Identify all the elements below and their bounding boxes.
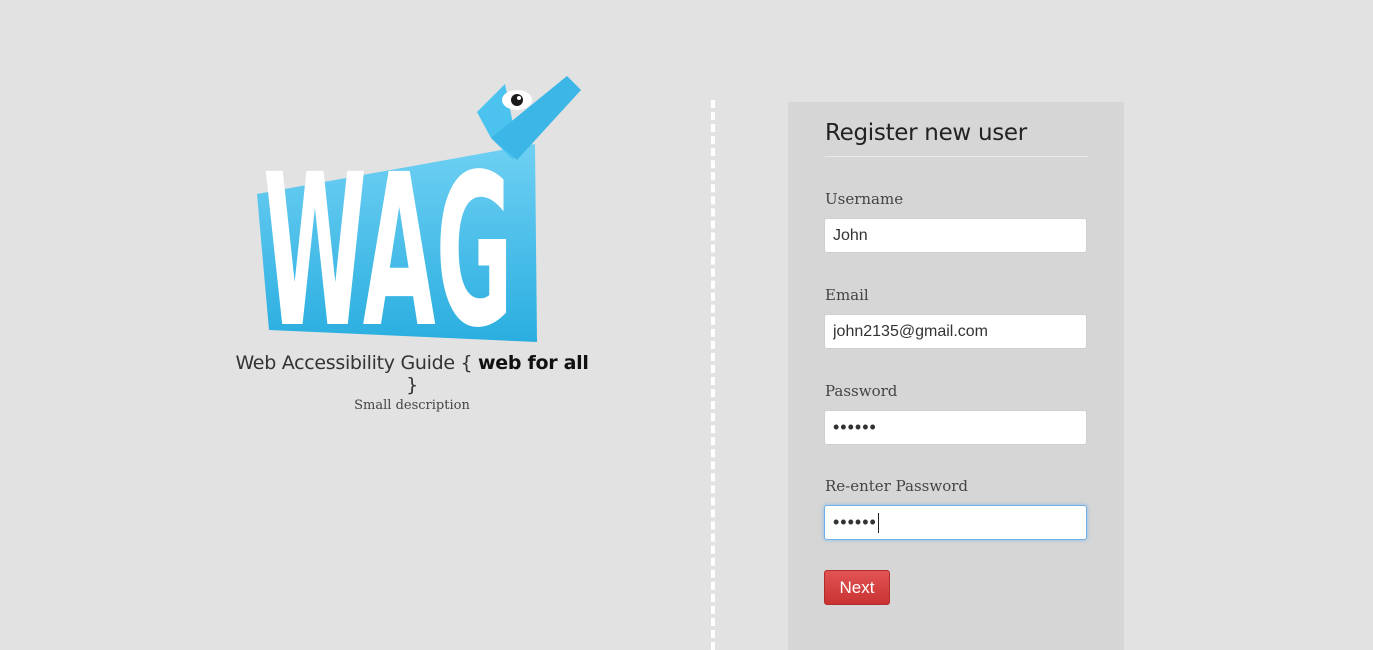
logo-text: WAG	[263, 129, 513, 347]
text-caret	[877, 513, 879, 534]
small-description: Small description	[354, 398, 470, 413]
dashed-divider	[711, 100, 715, 650]
form-title: Register new user	[825, 120, 1088, 157]
next-button[interactable]: Next	[824, 570, 890, 605]
password-input[interactable]: ••••••	[824, 410, 1087, 445]
wag-logo: WAG	[257, 76, 581, 347]
password-label: Password	[825, 382, 898, 400]
username-label: Username	[825, 190, 904, 208]
tagline: Web Accessibility Guide { web for all }	[232, 352, 592, 396]
register-panel: Register new user Username Email Passwor…	[788, 102, 1124, 650]
email-label: Email	[825, 286, 869, 304]
reenter-password-label: Re-enter Password	[825, 477, 969, 495]
reenter-password-value: ••••••	[833, 512, 877, 532]
tagline-prefix: Web Accessibility Guide {	[235, 352, 473, 374]
email-input[interactable]	[824, 314, 1087, 349]
tagline-suffix: }	[406, 374, 418, 396]
password-value: ••••••	[833, 417, 877, 437]
page: WAG Web Accessibility Guide { web for al…	[0, 0, 1373, 650]
username-input[interactable]	[824, 218, 1087, 253]
tagline-strong: web for all	[478, 352, 589, 374]
reenter-password-input[interactable]: ••••••	[824, 505, 1087, 540]
